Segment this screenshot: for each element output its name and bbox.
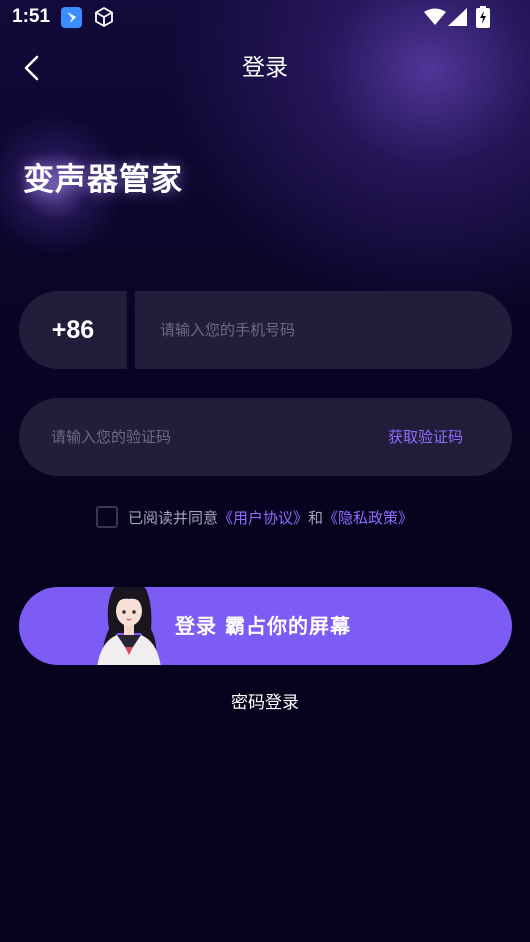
get-code-button[interactable]: 获取验证码: [388, 398, 463, 476]
package-box-icon: [93, 6, 115, 32]
login-button[interactable]: 登录 霸占你的屏幕: [19, 587, 512, 665]
login-button-label: 登录 霸占你的屏幕: [175, 614, 351, 638]
agreement-row: 已阅读并同意 《用户协议》 和 《隐私政策》: [96, 505, 413, 529]
status-bar: 1:51: [0, 0, 530, 36]
girl-illustration-icon: [97, 587, 161, 665]
battery-charging-icon: [476, 6, 490, 32]
cellular-signal-icon: [448, 8, 467, 30]
country-code-selector[interactable]: +86: [19, 291, 127, 369]
agreement-prefix: 已阅读并同意: [128, 508, 219, 527]
phone-input[interactable]: [160, 291, 490, 369]
status-time: 1:51: [12, 6, 51, 27]
agree-checkbox[interactable]: [96, 506, 118, 528]
login-screen: 1:51 登录 变声器管家 +86 请输入您的手机号码 请输入您的验证码 获取验…: [0, 0, 530, 942]
verification-code-field[interactable]: 获取验证码: [19, 398, 512, 476]
password-login-link[interactable]: 密码登录: [0, 690, 530, 716]
app-notification-icon: [61, 7, 82, 28]
app-name-title: 变声器管家: [23, 162, 183, 198]
verification-code-input[interactable]: [51, 398, 351, 476]
phone-field[interactable]: [135, 291, 512, 369]
user-agreement-link[interactable]: 《用户协议》: [218, 507, 308, 528]
wifi-icon: [424, 8, 446, 30]
page-title: 登录: [242, 55, 288, 81]
agreement-conjunction: 和: [308, 508, 324, 527]
privacy-policy-link[interactable]: 《隐私政策》: [323, 507, 413, 528]
